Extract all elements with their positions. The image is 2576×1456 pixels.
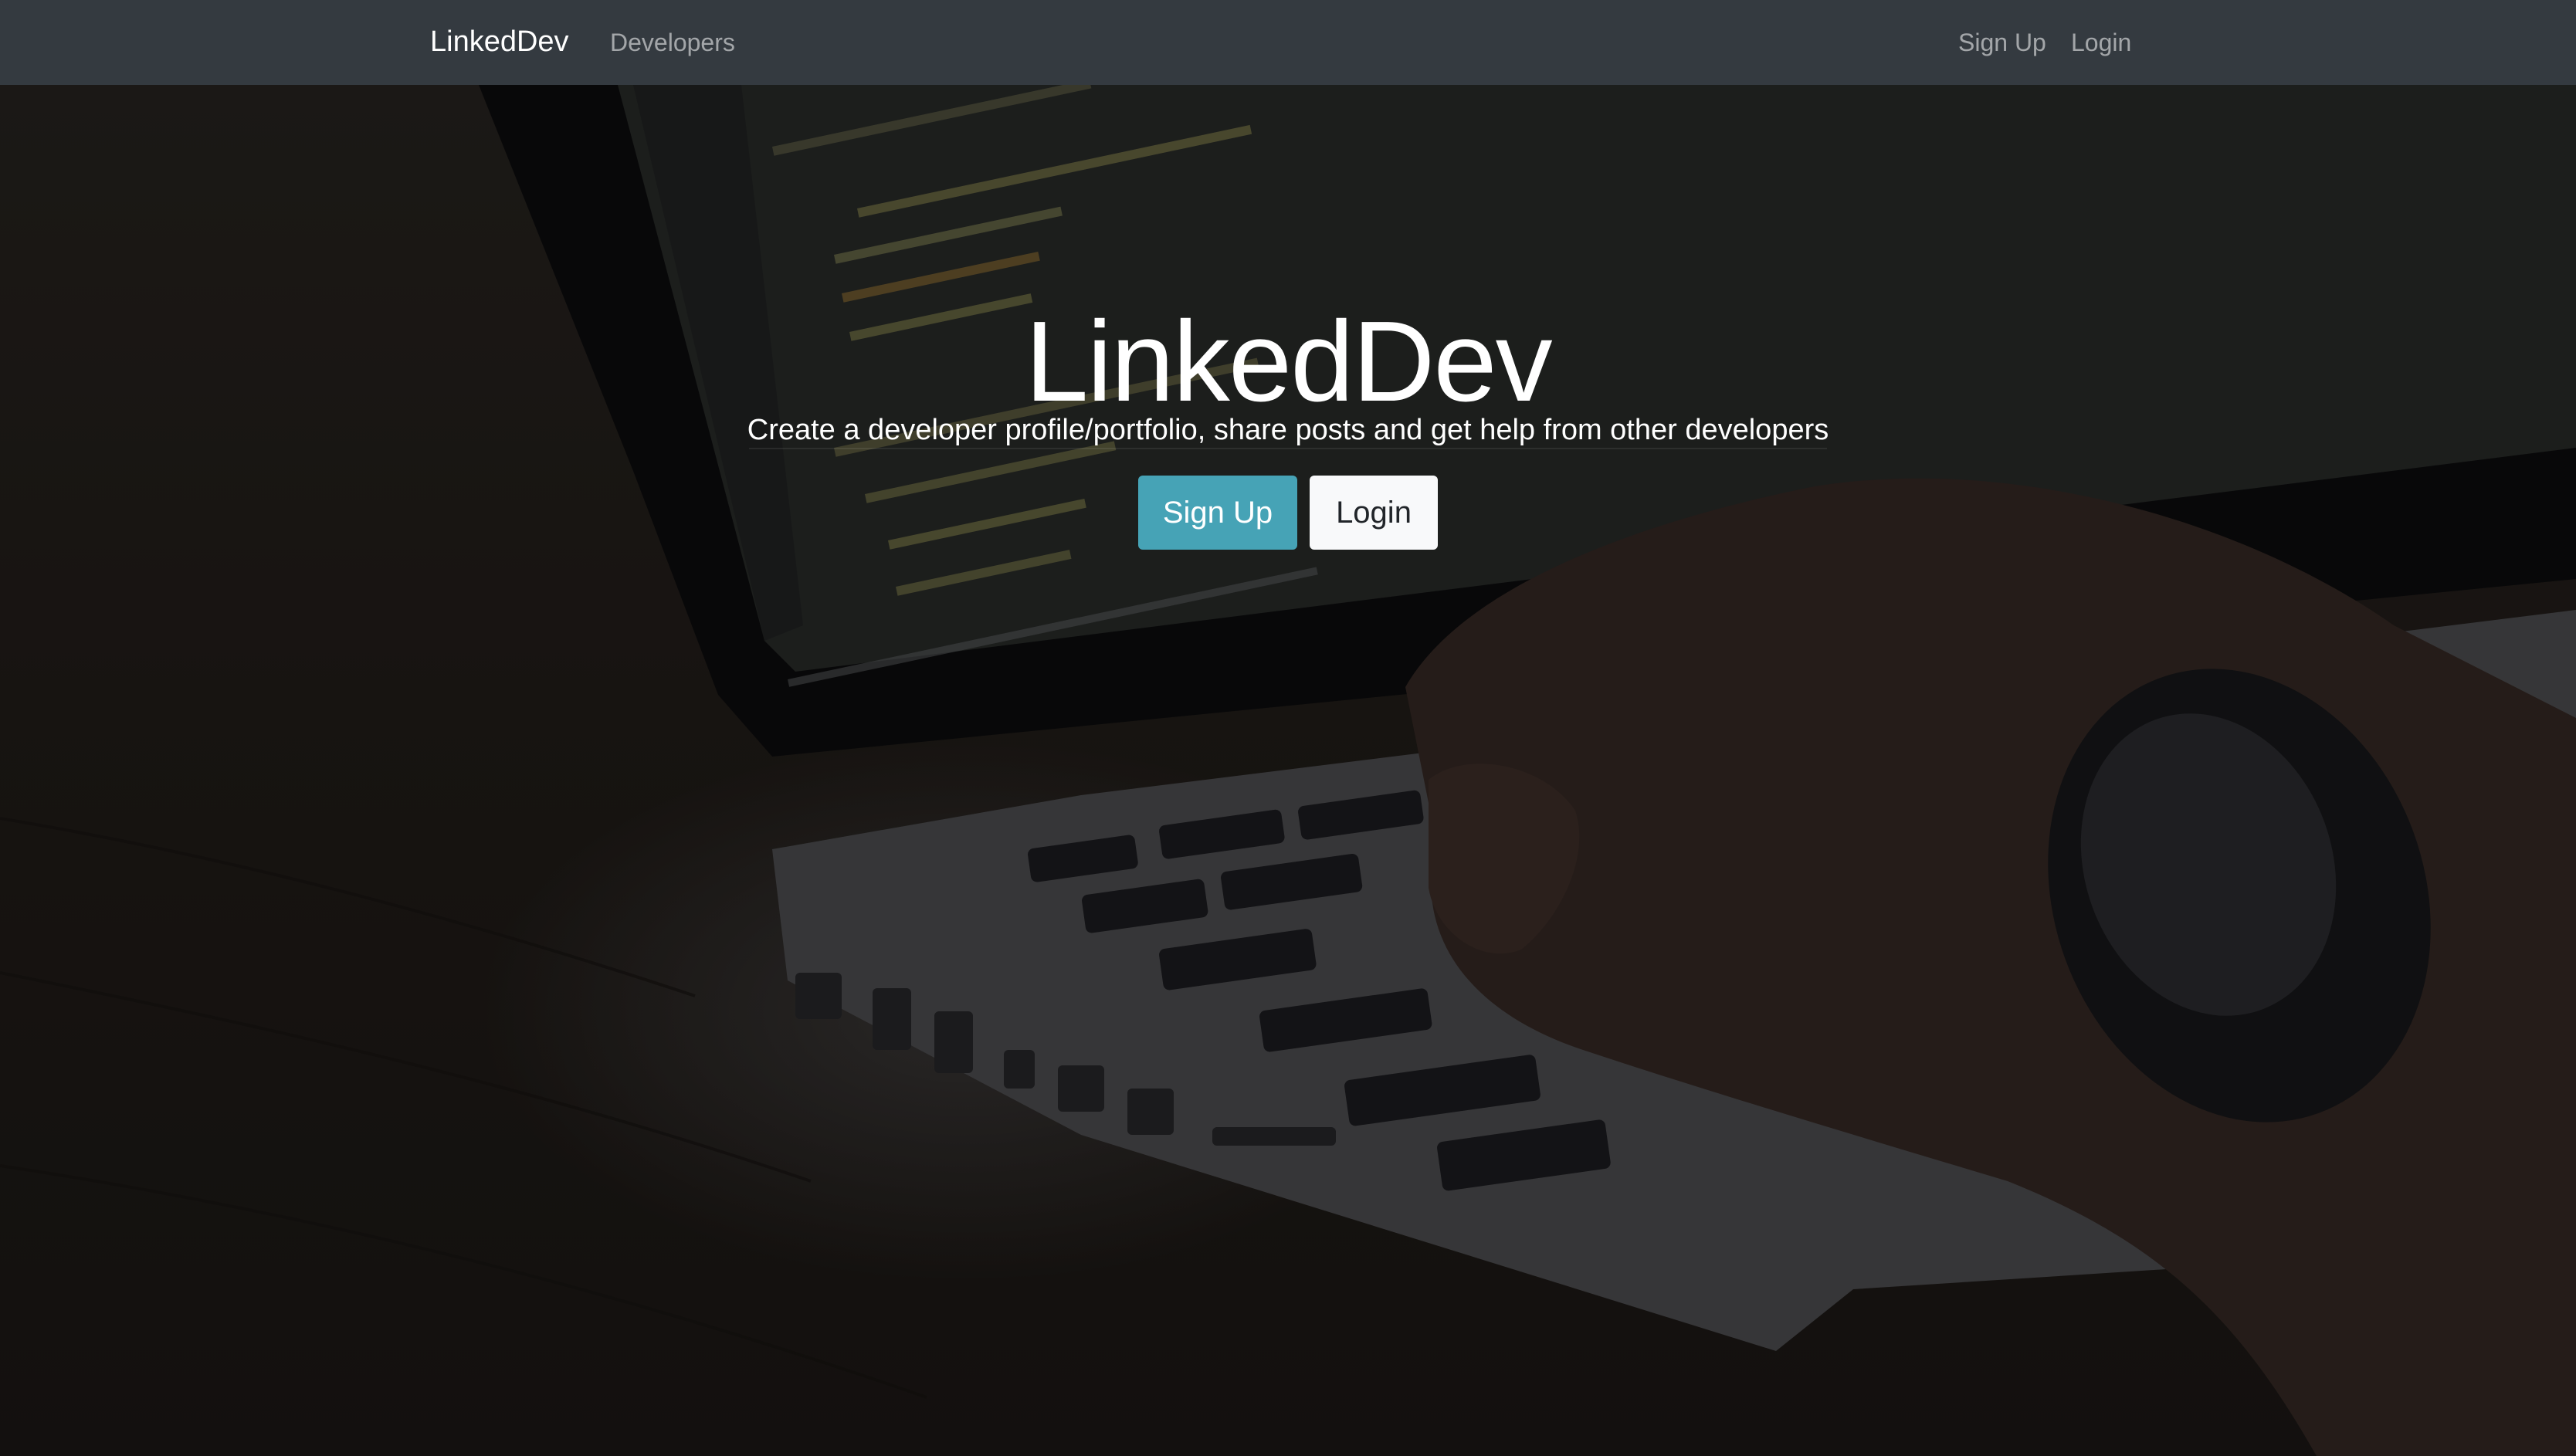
top-navbar: LinkedDev Developers Sign Up Login	[0, 0, 2576, 85]
brand-link[interactable]: LinkedDev	[430, 22, 569, 62]
landing-hero: LinkedDev Create a developer profile/por…	[0, 85, 2576, 1456]
hero-dark-overlay	[0, 85, 2576, 1456]
hero-lead-text: Create a developer profile/portfolio, sh…	[747, 414, 1829, 446]
nav-link-login[interactable]: Login	[2071, 25, 2131, 60]
hero-divider	[749, 448, 1827, 449]
hero-login-button[interactable]: Login	[1310, 476, 1438, 550]
nav-link-sign-up[interactable]: Sign Up	[1958, 25, 2046, 60]
hero-sign-up-button[interactable]: Sign Up	[1138, 476, 1297, 550]
nav-link-developers[interactable]: Developers	[610, 25, 735, 60]
